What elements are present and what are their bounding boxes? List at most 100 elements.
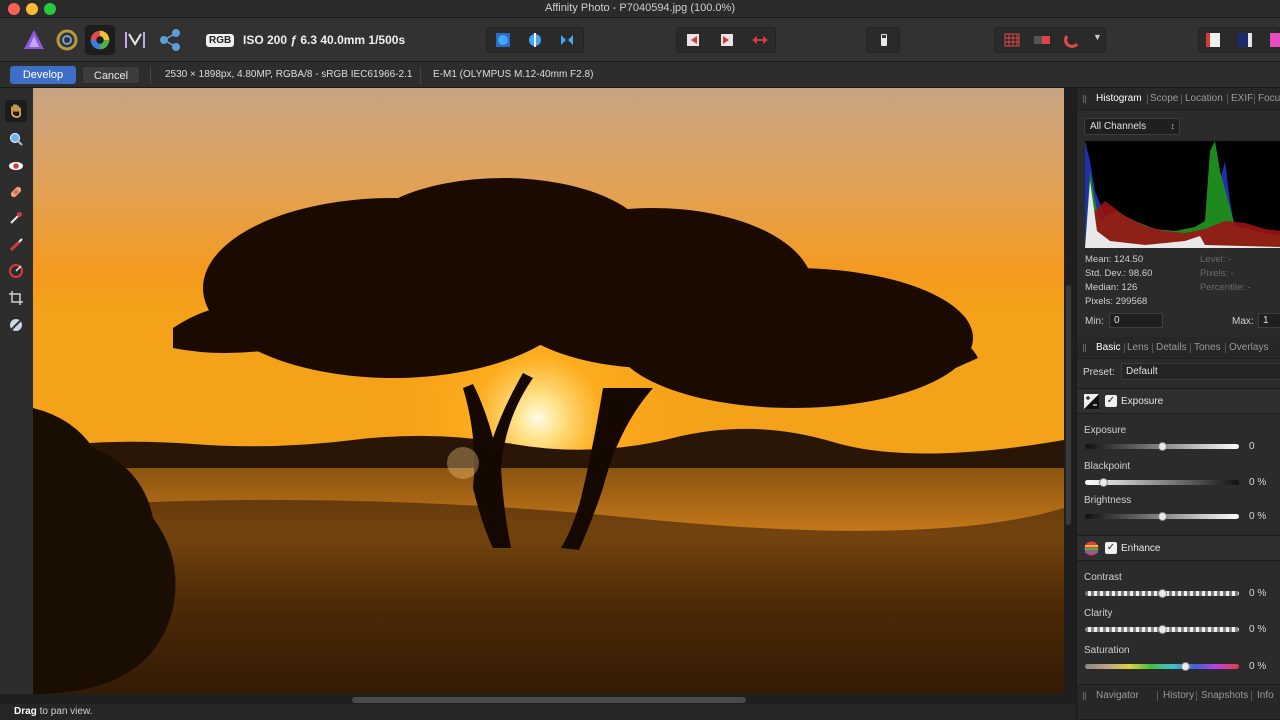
max-field[interactable]: 1 bbox=[1258, 313, 1280, 328]
brush-tool[interactable] bbox=[5, 234, 27, 256]
exposure-enable-checkbox[interactable]: ✓ bbox=[1105, 395, 1117, 407]
snapping-magnet-icon[interactable] bbox=[1063, 32, 1081, 48]
divider bbox=[420, 66, 421, 84]
view-tool[interactable] bbox=[5, 100, 27, 122]
slider-knob[interactable] bbox=[1181, 662, 1190, 671]
preset-label: Preset: bbox=[1083, 367, 1115, 378]
preset-select[interactable]: Default bbox=[1121, 363, 1280, 380]
gradient-tool[interactable] bbox=[5, 260, 27, 282]
tab-details[interactable]: Details bbox=[1156, 342, 1187, 353]
tone-mapping-persona-icon[interactable] bbox=[121, 26, 149, 54]
tab-info[interactable]: Info bbox=[1257, 690, 1274, 701]
liquify-persona-icon[interactable] bbox=[53, 26, 81, 54]
status-text: to pan view. bbox=[36, 706, 93, 717]
brightness-value[interactable]: 0 % bbox=[1249, 511, 1266, 522]
clipping-toggle[interactable] bbox=[866, 27, 900, 53]
panel-grip[interactable] bbox=[1083, 344, 1086, 352]
histogram-tabs: Histogram Scope Location EXIF Focu bbox=[1077, 88, 1280, 110]
rotate-left-icon[interactable] bbox=[685, 32, 703, 48]
right-panel-toggle-icon[interactable] bbox=[1237, 32, 1253, 48]
compare-icon[interactable] bbox=[1033, 32, 1051, 48]
clipping-icon bbox=[881, 34, 887, 46]
saturation-value[interactable]: 0 % bbox=[1249, 661, 1266, 672]
brightness-label: Brightness bbox=[1084, 495, 1132, 506]
slider-knob[interactable] bbox=[1158, 589, 1167, 598]
status-bar: Drag to pan view. bbox=[0, 704, 1076, 720]
bandage-icon bbox=[10, 186, 22, 198]
saturation-label: Saturation bbox=[1084, 645, 1130, 656]
slider-knob[interactable] bbox=[1158, 625, 1167, 634]
enhance-enable-checkbox[interactable]: ✓ bbox=[1105, 542, 1117, 554]
tab-overlays[interactable]: Overlays bbox=[1229, 342, 1268, 353]
tab-location[interactable]: Location bbox=[1185, 93, 1223, 104]
min-field[interactable]: 0 bbox=[1109, 313, 1163, 328]
contrast-value[interactable]: 0 % bbox=[1249, 588, 1266, 599]
exposure-group-title: Exposure bbox=[1121, 396, 1164, 407]
tab-exif[interactable]: EXIF bbox=[1231, 93, 1253, 104]
tab-histogram[interactable]: Histogram bbox=[1096, 93, 1142, 104]
stat-stddev: Std. Dev.: 98.60 bbox=[1085, 268, 1153, 279]
color-panel-icon[interactable] bbox=[1269, 32, 1280, 48]
split-view-icon[interactable] bbox=[527, 32, 543, 48]
clarity-value[interactable]: 0 % bbox=[1249, 624, 1266, 635]
brightness-slider[interactable] bbox=[1085, 512, 1239, 521]
tab-lens[interactable]: Lens bbox=[1127, 342, 1149, 353]
exposure-group-header[interactable]: ✓ Exposure bbox=[1077, 388, 1280, 414]
clarity-label: Clarity bbox=[1084, 608, 1113, 619]
tab-snapshots[interactable]: Snapshots bbox=[1201, 690, 1248, 701]
tab-focus[interactable]: Focu bbox=[1258, 93, 1280, 104]
single-view-icon[interactable] bbox=[495, 32, 511, 48]
grid-icon[interactable] bbox=[1003, 32, 1021, 48]
brush-icon bbox=[10, 212, 22, 224]
tab-history[interactable]: History bbox=[1163, 690, 1194, 701]
image-info: 2530 × 1898px, 4.80MP, RGBA/8 - sRGB IEC… bbox=[165, 69, 413, 80]
exposure-label: Exposure bbox=[1084, 425, 1127, 436]
panel-grip[interactable] bbox=[1083, 692, 1086, 700]
develop-button[interactable]: Develop bbox=[10, 66, 76, 84]
magnifier-icon bbox=[9, 132, 23, 146]
slider-knob[interactable] bbox=[1158, 442, 1167, 451]
paint-brush-icon bbox=[9, 238, 23, 252]
stat-mean: Mean: 124.50 bbox=[1085, 254, 1144, 265]
tab-navigator[interactable]: Navigator bbox=[1096, 690, 1139, 701]
clone-brush-tool[interactable] bbox=[5, 207, 27, 229]
white-balance-tool[interactable] bbox=[5, 314, 27, 336]
window-title: Affinity Photo - P7040594.jpg (100.0%) bbox=[545, 2, 735, 14]
blackpoint-value[interactable]: 0 % bbox=[1249, 477, 1266, 488]
exposure-value[interactable]: 0 bbox=[1249, 441, 1255, 452]
chevron-down-icon[interactable]: ▼ bbox=[1093, 32, 1102, 42]
channel-select[interactable]: All Channels bbox=[1084, 118, 1180, 135]
contrast-slider[interactable] bbox=[1085, 589, 1239, 598]
flip-horizontal-icon[interactable] bbox=[751, 32, 769, 48]
red-eye-tool[interactable] bbox=[5, 155, 27, 177]
slider-knob[interactable] bbox=[1099, 478, 1108, 487]
exposure-slider[interactable] bbox=[1085, 442, 1239, 451]
left-panel-toggle-icon[interactable] bbox=[1205, 32, 1221, 48]
mirror-view-icon[interactable] bbox=[559, 32, 575, 48]
cancel-button[interactable]: Cancel bbox=[82, 66, 140, 84]
transform-group bbox=[676, 27, 776, 53]
zoom-tool[interactable] bbox=[5, 128, 27, 150]
rotate-right-icon[interactable] bbox=[717, 32, 735, 48]
vertical-scrollbar[interactable] bbox=[1066, 285, 1071, 525]
stat-level-pixels: Pixels: - bbox=[1200, 268, 1234, 279]
main-toolbar: RGB ISO 200 ƒ 6.3 40.0mm 1/500s ▼ bbox=[0, 18, 1280, 62]
tab-tones[interactable]: Tones bbox=[1194, 342, 1221, 353]
develop-persona-button[interactable] bbox=[85, 25, 115, 55]
saturation-slider[interactable] bbox=[1085, 662, 1239, 671]
clarity-slider[interactable] bbox=[1085, 625, 1239, 634]
export-persona-icon[interactable] bbox=[156, 26, 184, 54]
enhance-group-header[interactable]: ✓ Enhance bbox=[1077, 535, 1280, 561]
tab-scope[interactable]: Scope bbox=[1150, 93, 1178, 104]
title-bar: Affinity Photo - P7040594.jpg (100.0%) bbox=[0, 0, 1280, 18]
blackpoint-slider[interactable] bbox=[1085, 478, 1239, 487]
horizontal-scrollbar[interactable] bbox=[352, 697, 746, 703]
photo-persona-icon[interactable] bbox=[20, 26, 48, 54]
image-canvas[interactable] bbox=[33, 88, 1064, 694]
histogram-graph bbox=[1085, 141, 1280, 248]
tab-basic[interactable]: Basic bbox=[1096, 342, 1120, 353]
blemish-tool[interactable] bbox=[5, 181, 27, 203]
crop-tool[interactable] bbox=[5, 287, 27, 309]
panel-grip[interactable] bbox=[1083, 95, 1086, 103]
slider-knob[interactable] bbox=[1158, 512, 1167, 521]
